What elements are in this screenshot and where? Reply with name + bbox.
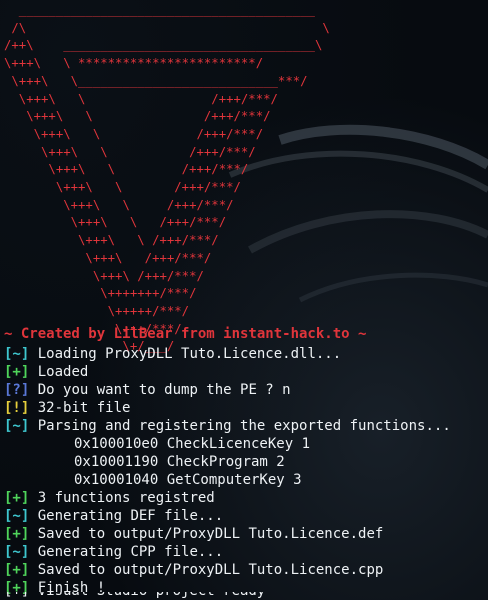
log-message: 0x100010e0 CheckLicenceKey 1 xyxy=(74,436,311,452)
log-line: [~] Generating DEF file... xyxy=(4,507,488,525)
log-message: Loaded xyxy=(37,364,89,380)
function-entry: 0x10001190 CheckProgram 2 xyxy=(4,453,488,471)
log-message: Saved to output/ProxyDLL Tuto.Licence.de… xyxy=(37,526,384,542)
log-message: 3 functions registred xyxy=(37,490,215,506)
log-line: [?] Do you want to dump the PE ? n xyxy=(4,381,488,399)
log-message: Saved to output/ProxyDLL Tuto.Licence.cp… xyxy=(37,562,384,578)
log-line: [~] Generating CPP file... xyxy=(4,543,488,561)
log-message: Generating DEF file... xyxy=(37,508,224,524)
log-message: Generating CPP file... xyxy=(37,544,224,560)
status-prefix: [~] xyxy=(4,508,30,524)
log-message: Loading ProxyDLL Tuto.Licence.dll... xyxy=(37,346,342,362)
status-prefix: [+] xyxy=(4,364,30,380)
status-prefix: [+] xyxy=(4,490,30,506)
partial-line-text: [+] Visual Studio project ready xyxy=(4,592,265,600)
status-prefix: [~] xyxy=(4,544,30,560)
log-line: [+] Saved to output/ProxyDLL Tuto.Licenc… xyxy=(4,561,488,579)
status-prefix: [~] xyxy=(4,346,30,362)
log-message: Parsing and registering the exported fun… xyxy=(37,418,451,434)
log-line: [+] 3 functions registred xyxy=(4,489,488,507)
log-message: 32-bit file xyxy=(37,400,131,416)
log-line: [+] Saved to output/ProxyDLL Tuto.Licenc… xyxy=(4,525,488,543)
status-prefix: [~] xyxy=(4,418,30,434)
log-message: 0x10001190 CheckProgram 2 xyxy=(74,454,285,470)
status-prefix: [!] xyxy=(4,400,30,416)
status-prefix: [?] xyxy=(4,382,30,398)
terminal-window[interactable]: ________________________________________… xyxy=(0,0,488,600)
log-line: [~] Parsing and registering the exported… xyxy=(4,417,488,435)
log-line: [+] Loaded xyxy=(4,363,488,381)
log-message: Do you want to dump the PE ? n xyxy=(37,382,291,398)
log-line: [~] Loading ProxyDLL Tuto.Licence.dll... xyxy=(4,345,488,363)
credit-line: ~ Created by LilBear from instant-hack.t… xyxy=(4,326,367,342)
function-entry: 0x10001040 GetComputerKey 3 xyxy=(4,471,488,489)
status-prefix: [+] xyxy=(4,562,30,578)
console-log: [~] Loading ProxyDLL Tuto.Licence.dll...… xyxy=(4,345,488,597)
function-entry: 0x100010e0 CheckLicenceKey 1 xyxy=(4,435,488,453)
log-line: [!] 32-bit file xyxy=(4,399,488,417)
log-message: 0x10001040 GetComputerKey 3 xyxy=(74,472,302,488)
partial-line: [+] Visual Studio project ready xyxy=(4,592,265,600)
status-prefix: [+] xyxy=(4,526,30,542)
ascii-logo: ________________________________________… xyxy=(4,3,330,354)
